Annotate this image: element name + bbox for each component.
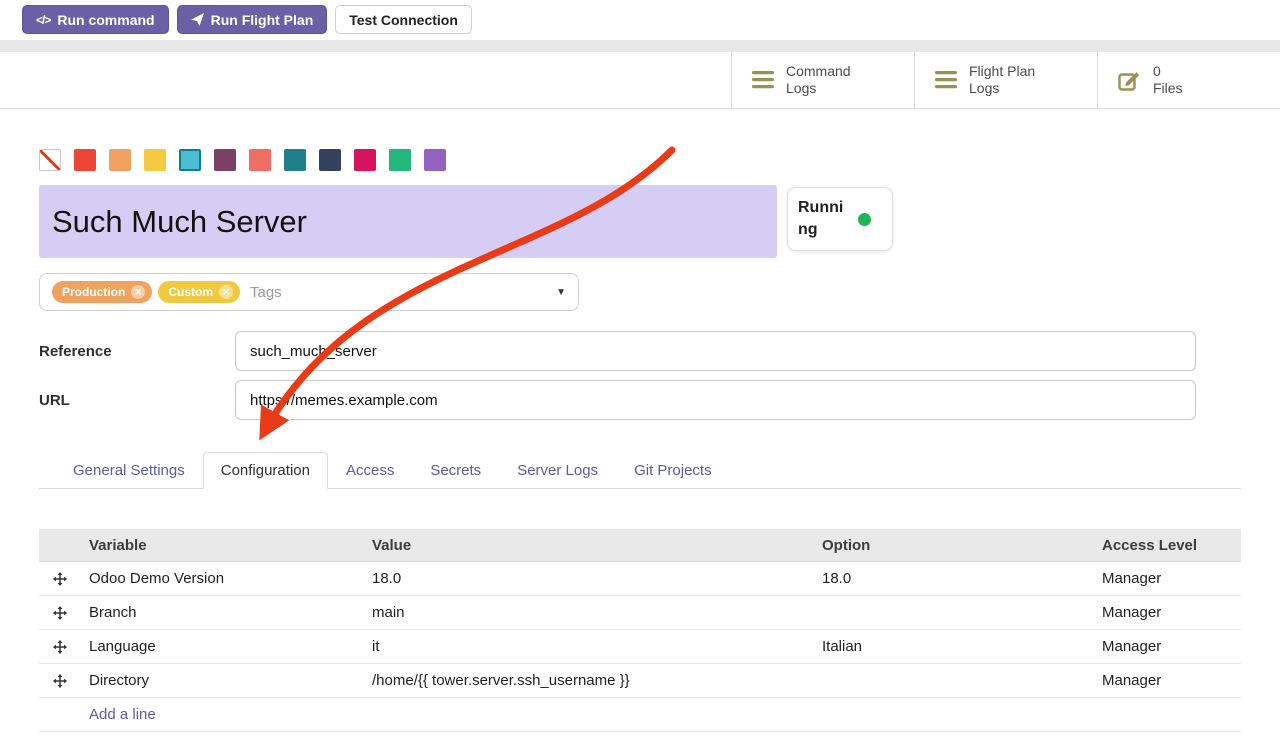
code-icon: </> (36, 13, 50, 27)
ribbon-color-5[interactable] (214, 149, 236, 171)
url-label: URL (39, 392, 235, 409)
cell-variable[interactable]: Language (81, 638, 364, 655)
cell-value[interactable]: 18.0 (364, 570, 814, 587)
tag-custom-label: Custom (168, 285, 213, 299)
tags-placeholder: Tags (250, 284, 282, 301)
ribbon-color-1[interactable] (74, 149, 96, 171)
run-flight-plan-label: Run Flight Plan (211, 12, 314, 28)
table-row[interactable]: Branch main Manager (39, 596, 1241, 630)
ribbon-color-2[interactable] (109, 149, 131, 171)
files-label: Files (1153, 80, 1183, 96)
test-connection-label: Test Connection (349, 12, 458, 28)
cell-value[interactable]: it (364, 638, 814, 655)
cell-variable[interactable]: Branch (81, 604, 364, 621)
reference-label: Reference (39, 343, 235, 360)
tab-secrets[interactable]: Secrets (412, 452, 499, 489)
tab-git-projects[interactable]: Git Projects (616, 452, 730, 489)
column-header-option[interactable]: Option (814, 537, 1094, 554)
cell-access-level[interactable]: Manager (1094, 570, 1241, 587)
status-card: Running (787, 187, 893, 251)
add-a-line-link[interactable]: Add a line (39, 698, 1241, 732)
tag-custom[interactable]: Custom ✕ (158, 281, 240, 303)
chevron-down-icon[interactable]: ▼ (556, 287, 566, 298)
files-count: 0 (1153, 63, 1161, 79)
form-sheet: Such Much Server Running Production ✕ Cu… (0, 149, 1280, 732)
command-logs-label: Command Logs (786, 63, 874, 98)
files-button[interactable]: 0 Files (1097, 52, 1280, 108)
list-icon (752, 71, 774, 89)
flight-plan-logs-label: Flight Plan Logs (969, 63, 1057, 98)
paper-plane-icon (191, 13, 204, 26)
cell-value[interactable]: /home/{{ tower.server.ssh_username }} (364, 672, 814, 689)
tag-production[interactable]: Production ✕ (52, 281, 152, 303)
toolbar: </> Run command Run Flight Plan Test Con… (0, 0, 1280, 40)
column-header-access-level[interactable]: Access Level (1094, 537, 1241, 554)
table-row[interactable]: Language it Italian Manager (39, 630, 1241, 664)
notebook-tabs: General Settings Configuration Access Se… (39, 452, 1241, 489)
ribbon-color-8[interactable] (319, 149, 341, 171)
cell-option[interactable]: Italian (814, 638, 1094, 655)
test-connection-button[interactable]: Test Connection (335, 5, 472, 34)
ribbon-color-3[interactable] (144, 149, 166, 171)
ribbon-color-6[interactable] (249, 149, 271, 171)
record-title-field[interactable]: Such Much Server (39, 185, 777, 258)
ribbon-color-none[interactable] (39, 149, 61, 171)
cell-access-level[interactable]: Manager (1094, 638, 1241, 655)
color-ribbon-picker (39, 149, 1241, 171)
table-header-row: Variable Value Option Access Level (39, 529, 1241, 562)
flight-plan-logs-button[interactable]: Flight Plan Logs (914, 52, 1097, 108)
drag-handle-icon[interactable] (39, 606, 81, 620)
run-command-button[interactable]: </> Run command (22, 5, 169, 34)
ribbon-color-4[interactable] (179, 149, 201, 171)
command-logs-button[interactable]: Command Logs (731, 52, 914, 108)
tab-access[interactable]: Access (328, 452, 412, 489)
drag-handle-icon[interactable] (39, 640, 81, 654)
tab-general-settings[interactable]: General Settings (55, 452, 203, 489)
cell-option[interactable]: 18.0 (814, 570, 1094, 587)
status-dot-icon (858, 213, 871, 226)
tags-field[interactable]: Production ✕ Custom ✕ Tags ▼ (39, 273, 579, 311)
status-label: Running (798, 197, 850, 240)
cell-value[interactable]: main (364, 604, 814, 621)
table-row[interactable]: Directory /home/{{ tower.server.ssh_user… (39, 664, 1241, 698)
run-flight-plan-button[interactable]: Run Flight Plan (177, 5, 328, 34)
list-icon (935, 71, 957, 89)
ribbon-color-11[interactable] (424, 149, 446, 171)
reference-input[interactable] (235, 331, 1196, 371)
pencil-square-icon (1118, 69, 1141, 92)
cell-access-level[interactable]: Manager (1094, 672, 1241, 689)
tab-configuration[interactable]: Configuration (203, 452, 328, 489)
column-header-value[interactable]: Value (364, 537, 814, 554)
tab-server-logs[interactable]: Server Logs (499, 452, 616, 489)
ribbon-color-7[interactable] (284, 149, 306, 171)
cell-access-level[interactable]: Manager (1094, 604, 1241, 621)
column-header-variable[interactable]: Variable (81, 537, 364, 554)
table-row[interactable]: Odoo Demo Version 18.0 18.0 Manager (39, 562, 1241, 596)
url-input[interactable] (235, 380, 1196, 420)
tag-production-label: Production (62, 285, 125, 299)
ribbon-color-9[interactable] (354, 149, 376, 171)
drag-handle-icon[interactable] (39, 572, 81, 586)
page-header: Command Logs Flight Plan Logs 0 Files (0, 52, 1280, 109)
cell-variable[interactable]: Directory (81, 672, 364, 689)
drag-handle-icon[interactable] (39, 674, 81, 688)
ribbon-color-10[interactable] (389, 149, 411, 171)
configuration-table: Variable Value Option Access Level Odoo … (39, 529, 1241, 732)
cell-variable[interactable]: Odoo Demo Version (81, 570, 364, 587)
separator-strip (0, 40, 1280, 52)
run-command-label: Run command (57, 12, 154, 28)
tag-remove-icon[interactable]: ✕ (131, 285, 145, 299)
tag-remove-icon[interactable]: ✕ (219, 285, 233, 299)
